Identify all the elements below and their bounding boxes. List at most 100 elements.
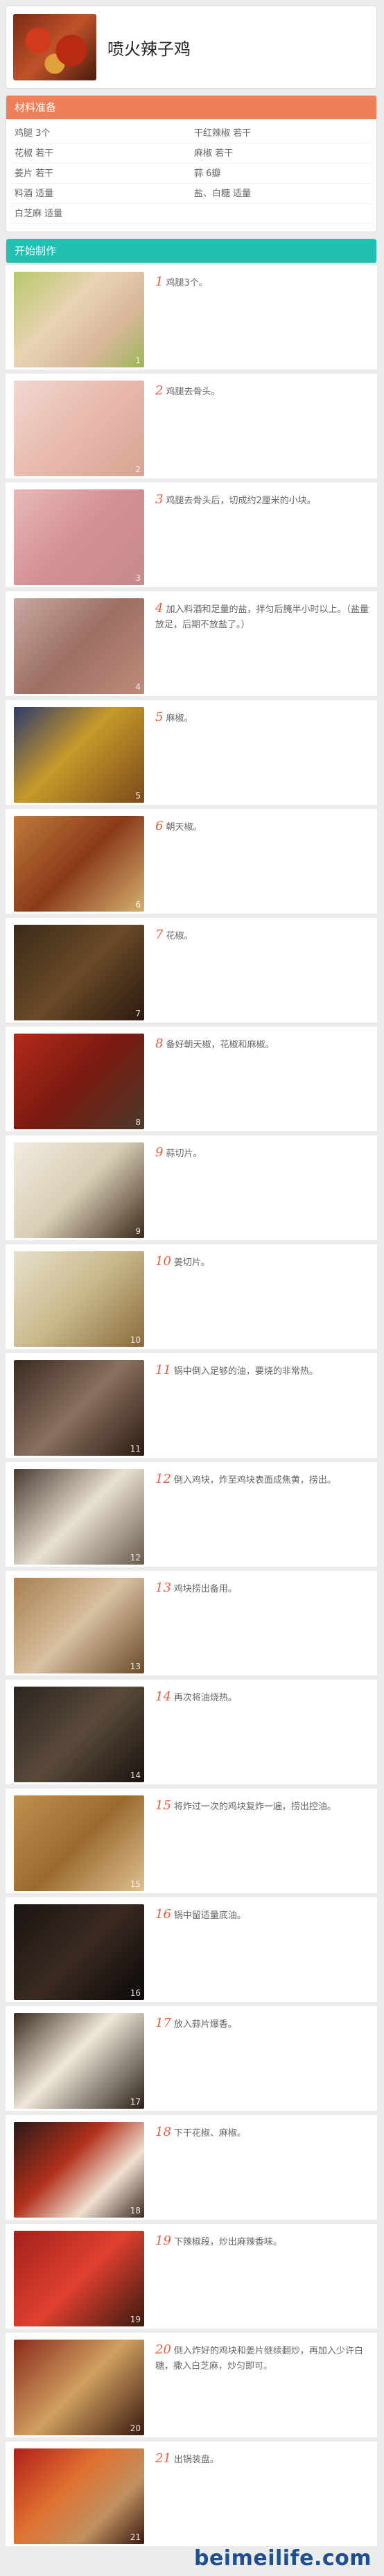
step-description: 锅中留适量底油。: [173, 1911, 246, 1921]
step-number: 19: [155, 2234, 171, 2248]
step-photo: 13: [14, 1578, 144, 1673]
step-text: 11 锅中倒入足够的油，要烧的非常热。: [155, 1363, 318, 1380]
step-text: 3 鸡腿去骨头后，切成约2厘米的小块。: [155, 492, 316, 509]
step-item: 21 21 出锅装盘。: [6, 2442, 377, 2547]
step-photo-number: 2: [135, 464, 141, 474]
step-description: 备好朝天椒，花椒和麻椒。: [166, 1040, 274, 1050]
step-number: 13: [155, 1581, 171, 1595]
step-number: 10: [155, 1254, 171, 1269]
ingredient-item: 盐、白糖 适量: [191, 184, 371, 204]
step-description: 麻椒。: [166, 713, 193, 724]
step-description: 出锅装盘。: [173, 2455, 219, 2465]
step-description: 再次将油烧热。: [173, 1693, 237, 1703]
ingredients-section: 材料准备 鸡腿 3个 干红辣椒 若干 花椒 若干 麻椒 若干 姜片 若干蒜 6瓣 料酒 适…: [6, 95, 377, 232]
steps-section-header: 开始制作: [6, 238, 377, 263]
step-photo-number: 14: [130, 1770, 141, 1780]
step-description: 鸡腿去骨头。: [166, 387, 220, 397]
step-number: 1: [155, 275, 164, 289]
step-text: 17 放入蒜片爆香。: [155, 2016, 237, 2033]
step-text: 10 姜切片。: [155, 1254, 210, 1271]
ingredient-item: 干红辣椒 若干: [191, 123, 371, 143]
step-photo: 19: [14, 2231, 144, 2326]
step-description: 倒入炸好的鸡块和姜片继续翻炒，再加入少许白糖，撒入白芝麻，炒匀即可。: [155, 2346, 363, 2372]
step-description: 姜切片。: [173, 1257, 210, 1268]
step-number: 2: [155, 383, 164, 398]
step-description: 下干花椒、麻椒。: [173, 2128, 246, 2139]
step-photo: 5: [14, 707, 144, 803]
step-photo: 14: [14, 1687, 144, 1782]
step-item: 15 15 将炸过一次的鸡块复炸一遍，捞出控油。: [6, 1789, 377, 1894]
step-photo-number: 5: [135, 791, 141, 801]
step-item: 10 10 姜切片。: [6, 1244, 377, 1350]
step-photo-number: 10: [130, 1335, 141, 1345]
step-item: 1 1 鸡腿3个。: [6, 265, 377, 370]
step-description: 加入料酒和足量的盐，拌匀后腌半小时以上。（盐量放足，后期不放盐了。）: [155, 604, 369, 630]
step-description: 将炸过一次的鸡块复炸一遍，捞出控油。: [173, 1802, 336, 1812]
step-description: 鸡块捞出备用。: [173, 1584, 237, 1594]
step-photo: 11: [14, 1360, 144, 1456]
ingredient-item: 姜片 若干: [12, 164, 191, 184]
step-number: 18: [155, 2125, 171, 2139]
step-item: 6 6 朝天椒。: [6, 809, 377, 914]
step-description: 锅中倒入足够的油，要烧的非常热。: [173, 1366, 318, 1377]
step-text: 8 备好朝天椒，花椒和麻椒。: [155, 1036, 274, 1053]
step-number: 8: [155, 1036, 164, 1051]
step-photo-number: 16: [130, 1988, 141, 1998]
step-description: 倒入鸡块，炸至鸡块表面成焦黄，捞出。: [173, 1475, 336, 1486]
step-photo-number: 1: [135, 356, 141, 365]
step-description: 蒜切片。: [166, 1149, 202, 1159]
step-text: 16 锅中留适量底油。: [155, 1907, 246, 1924]
ingredient-item: 麻椒 若干: [191, 143, 371, 164]
step-photo-number: 13: [130, 1662, 141, 1671]
step-photo: 1: [14, 272, 144, 367]
step-text: 6 朝天椒。: [155, 819, 202, 835]
recipe-header: 喷火辣子鸡: [6, 6, 377, 89]
step-number: 5: [155, 710, 164, 724]
step-item: 19 19 下辣椒段，炒出麻辣香味。: [6, 2224, 377, 2329]
step-item: 8 8 备好朝天椒，花椒和麻椒。: [6, 1027, 377, 1132]
step-item: 18 18 下干花椒、麻椒。: [6, 2115, 377, 2220]
step-item: 3 3 鸡腿去骨头后，切成约2厘米的小块。: [6, 482, 377, 588]
ingredient-item: 料酒 适量: [12, 184, 191, 204]
step-item: 7 7 花椒。: [6, 918, 377, 1023]
step-photo: 20: [14, 2340, 144, 2435]
step-photo-number: 11: [130, 1444, 141, 1454]
step-photo-number: 12: [130, 1553, 141, 1563]
step-photo-number: 21: [130, 2532, 141, 2542]
step-text: 7 花椒。: [155, 928, 193, 944]
step-photo: 4: [14, 598, 144, 694]
step-number: 6: [155, 819, 164, 833]
step-number: 4: [155, 601, 164, 616]
step-photo: 18: [14, 2122, 144, 2218]
step-item: 14 14 再次将油烧热。: [6, 1680, 377, 1785]
step-description: 鸡腿3个。: [166, 278, 208, 288]
step-number: 3: [155, 492, 164, 507]
step-text: 2 鸡腿去骨头。: [155, 383, 220, 400]
step-text: 13 鸡块捞出备用。: [155, 1581, 237, 1597]
step-item: 9 9 蒜切片。: [6, 1135, 377, 1241]
step-photo: 17: [14, 2013, 144, 2109]
step-number: 9: [155, 1145, 164, 1160]
step-number: 12: [155, 1472, 171, 1486]
step-description: 花椒。: [166, 931, 193, 941]
step-item: 5 5 麻椒。: [6, 700, 377, 806]
step-photo: 2: [14, 381, 144, 476]
step-description: 放入蒜片爆香。: [173, 2019, 237, 2030]
ingredient-item: 蒜 6瓣: [191, 164, 371, 184]
ingredient-item: [191, 204, 371, 224]
ingredient-item: 鸡腿 3个: [12, 123, 191, 143]
ingredients-title: 材料准备: [6, 96, 376, 119]
step-photo: 6: [14, 816, 144, 912]
step-photo-number: 18: [130, 2206, 141, 2216]
dish-thumbnail: [13, 14, 96, 80]
step-photo-number: 7: [135, 1009, 141, 1018]
step-item: 17 17 放入蒜片爆香。: [6, 2006, 377, 2112]
step-text: 21 出锅装盘。: [155, 2451, 219, 2468]
step-text: 9 蒜切片。: [155, 1145, 202, 1162]
step-number: 15: [155, 1798, 171, 1813]
step-description: 鸡腿去骨头后，切成约2厘米的小块。: [166, 496, 316, 506]
step-text: 14 再次将油烧热。: [155, 1689, 237, 1706]
step-photo-number: 4: [135, 682, 141, 692]
step-number: 7: [155, 928, 164, 942]
step-text: 1 鸡腿3个。: [155, 275, 208, 291]
